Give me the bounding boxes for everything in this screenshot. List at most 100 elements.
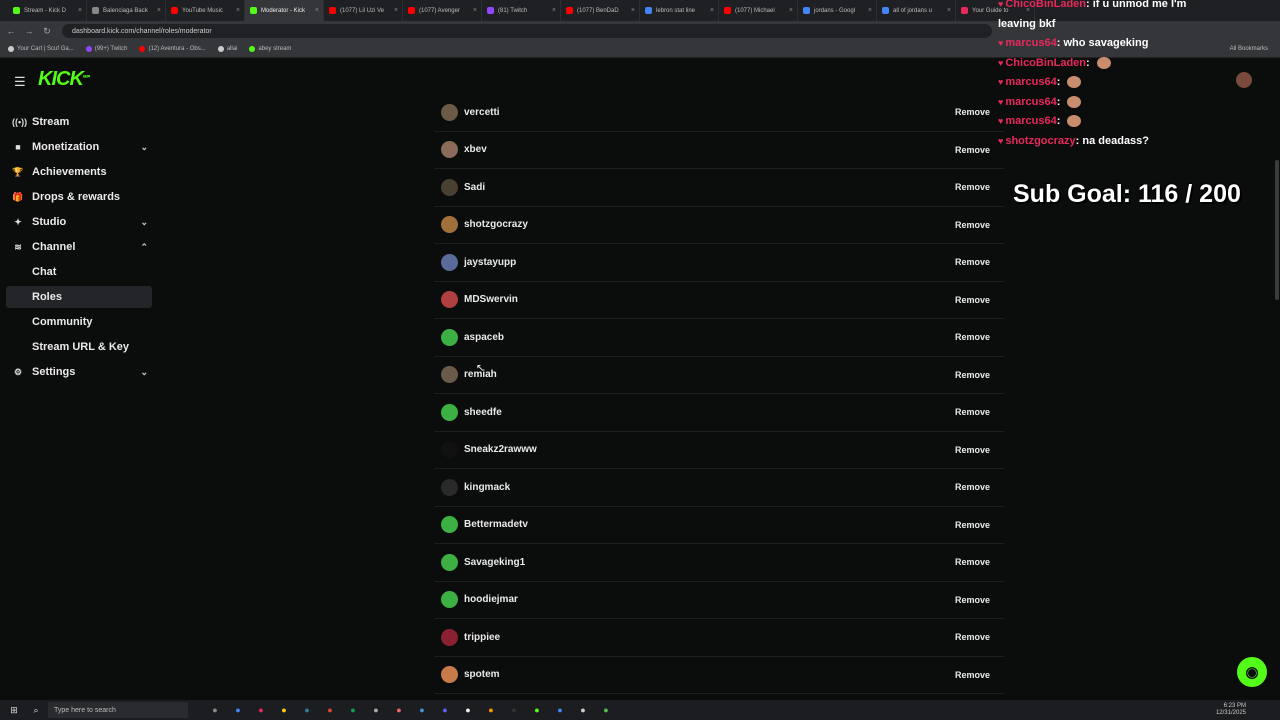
browser-tab[interactable]: (1077) BenDaD ×: [561, 0, 640, 21]
taskbar-app-icon[interactable]: ●: [437, 702, 453, 718]
remove-button[interactable]: Remove: [955, 482, 990, 492]
taskbar-app-icon[interactable]: ●: [391, 702, 407, 718]
sidebar-item-settings[interactable]: ⚙ Settings ⌄: [6, 361, 152, 383]
avatar[interactable]: [1236, 72, 1252, 88]
bookmark-item[interactable]: allai: [217, 46, 237, 52]
browser-tab[interactable]: (1077) Lil Uzi Ve ×: [324, 0, 403, 21]
moderator-username[interactable]: aspaceb: [464, 332, 504, 343]
taskbar-app-icon[interactable]: ●: [230, 702, 246, 718]
taskbar-app-icon[interactable]: ●: [276, 702, 292, 718]
moderator-username[interactable]: Savageking1: [464, 557, 525, 568]
search-icon[interactable]: ⌕: [28, 705, 44, 716]
taskbar-app-icon[interactable]: ●: [552, 702, 568, 718]
taskbar-app-icon[interactable]: ●: [345, 702, 361, 718]
moderator-username[interactable]: sheedfe: [464, 407, 502, 418]
browser-tab[interactable]: lebron stat line ×: [640, 0, 719, 21]
remove-button[interactable]: Remove: [955, 595, 990, 605]
close-icon[interactable]: ×: [315, 7, 319, 14]
sidebar-item-achievements[interactable]: 🏆 Achievements: [6, 161, 152, 183]
sidebar-subitem-roles[interactable]: Roles: [6, 286, 152, 308]
url-field[interactable]: dashboard.kick.com/channel/roles/moderat…: [62, 24, 992, 38]
bookmark-item[interactable]: (99+) Twitch: [85, 46, 127, 52]
remove-button[interactable]: Remove: [955, 295, 990, 305]
windows-start-icon[interactable]: ⊞: [6, 705, 22, 716]
menu-icon[interactable]: ☰: [14, 74, 26, 90]
sidebar-subitem-community[interactable]: Community: [6, 311, 152, 333]
sidebar-item-channel[interactable]: ≋ Channel ⌃: [6, 236, 152, 258]
taskbar-app-icon[interactable]: ●: [414, 702, 430, 718]
taskbar-app-icon[interactable]: ●: [253, 702, 269, 718]
moderator-username[interactable]: vercetti: [464, 107, 500, 118]
browser-tab[interactable]: YouTube Music ×: [166, 0, 245, 21]
moderator-username[interactable]: Bettermadetv: [464, 519, 528, 530]
bookmark-item[interactable]: (12) Aventura - Obs...: [139, 46, 206, 52]
moderator-username[interactable]: hoodiejmar: [464, 594, 518, 605]
remove-button[interactable]: Remove: [955, 220, 990, 230]
sidebar-item-studio[interactable]: ✦ Studio ⌄: [6, 211, 152, 233]
sidebar-item-drops-rewards[interactable]: 🎁 Drops & rewards: [6, 186, 152, 208]
reload-icon[interactable]: ↻: [40, 26, 54, 37]
close-icon[interactable]: ×: [789, 7, 793, 14]
remove-button[interactable]: Remove: [955, 182, 990, 192]
browser-tab[interactable]: (1077) Avenger ×: [403, 0, 482, 21]
close-icon[interactable]: ×: [473, 7, 477, 14]
browser-tab[interactable]: (1077) Michael ×: [719, 0, 798, 21]
chevron-down-icon[interactable]: ⌄: [140, 217, 148, 228]
close-icon[interactable]: ×: [947, 7, 951, 14]
remove-button[interactable]: Remove: [955, 670, 990, 680]
close-icon[interactable]: ×: [78, 7, 82, 14]
taskbar-app-icon[interactable]: ●: [575, 702, 591, 718]
taskbar-app-icon[interactable]: ●: [207, 702, 223, 718]
sidebar-subitem-chat[interactable]: Chat: [6, 261, 152, 283]
remove-button[interactable]: Remove: [955, 632, 990, 642]
close-icon[interactable]: ×: [710, 7, 714, 14]
remove-button[interactable]: Remove: [955, 445, 990, 455]
remove-button[interactable]: Remove: [955, 332, 990, 342]
forward-icon[interactable]: →: [22, 26, 36, 36]
system-clock[interactable]: 6:23 PM 12/31/2025: [1216, 703, 1246, 717]
moderator-username[interactable]: shotzgocrazy: [464, 219, 528, 230]
browser-tab[interactable]: Balenciaga Back ×: [87, 0, 166, 21]
moderator-username[interactable]: spotem: [464, 669, 500, 680]
taskbar-app-icon[interactable]: ●: [598, 702, 614, 718]
remove-button[interactable]: Remove: [955, 370, 990, 380]
moderator-username[interactable]: trippiee: [464, 632, 500, 643]
taskbar-app-icon[interactable]: ●: [529, 702, 545, 718]
remove-button[interactable]: Remove: [955, 407, 990, 417]
browser-tab[interactable]: (81) Twitch ×: [482, 0, 561, 21]
bookmark-item[interactable]: abey stream: [249, 46, 291, 52]
moderator-username[interactable]: xbev: [464, 144, 487, 155]
browser-tab[interactable]: Stream - Kick D ×: [8, 0, 87, 21]
moderator-username[interactable]: Sadi: [464, 182, 485, 193]
taskbar-app-icon[interactable]: ●: [322, 702, 338, 718]
kick-logo[interactable]: KICKBETA: [38, 68, 90, 91]
taskbar-app-icon[interactable]: ●: [506, 702, 522, 718]
remove-button[interactable]: Remove: [955, 257, 990, 267]
remove-button[interactable]: Remove: [955, 107, 990, 117]
browser-tab[interactable]: all of jordans u ×: [877, 0, 956, 21]
back-icon[interactable]: ←: [4, 26, 18, 36]
close-icon[interactable]: ×: [631, 7, 635, 14]
browser-tab[interactable]: jordans - Googl ×: [798, 0, 877, 21]
close-icon[interactable]: ×: [157, 7, 161, 14]
taskbar-app-icon[interactable]: ●: [368, 702, 384, 718]
close-icon[interactable]: ×: [236, 7, 240, 14]
chevron-up-icon[interactable]: ⌃: [140, 242, 148, 253]
moderator-username[interactable]: kingmack: [464, 482, 510, 493]
sidebar-subitem-stream-url-key[interactable]: Stream URL & Key: [6, 336, 152, 358]
moderator-username[interactable]: Sneakz2rawww: [464, 444, 537, 455]
remove-button[interactable]: Remove: [955, 557, 990, 567]
browser-tab[interactable]: Moderator - Kick ×: [245, 0, 324, 21]
help-chat-button[interactable]: ◉: [1237, 657, 1267, 687]
taskbar-app-icon[interactable]: ●: [299, 702, 315, 718]
moderator-username[interactable]: MDSwervin: [464, 294, 518, 305]
taskbar-app-icon[interactable]: ●: [483, 702, 499, 718]
close-icon[interactable]: ×: [868, 7, 872, 14]
scrollbar[interactable]: [1275, 160, 1279, 300]
chevron-down-icon[interactable]: ⌄: [140, 142, 148, 153]
taskbar-app-icon[interactable]: ●: [460, 702, 476, 718]
close-icon[interactable]: ×: [394, 7, 398, 14]
close-icon[interactable]: ×: [552, 7, 556, 14]
remove-button[interactable]: Remove: [955, 145, 990, 155]
chevron-down-icon[interactable]: ⌄: [140, 367, 148, 378]
